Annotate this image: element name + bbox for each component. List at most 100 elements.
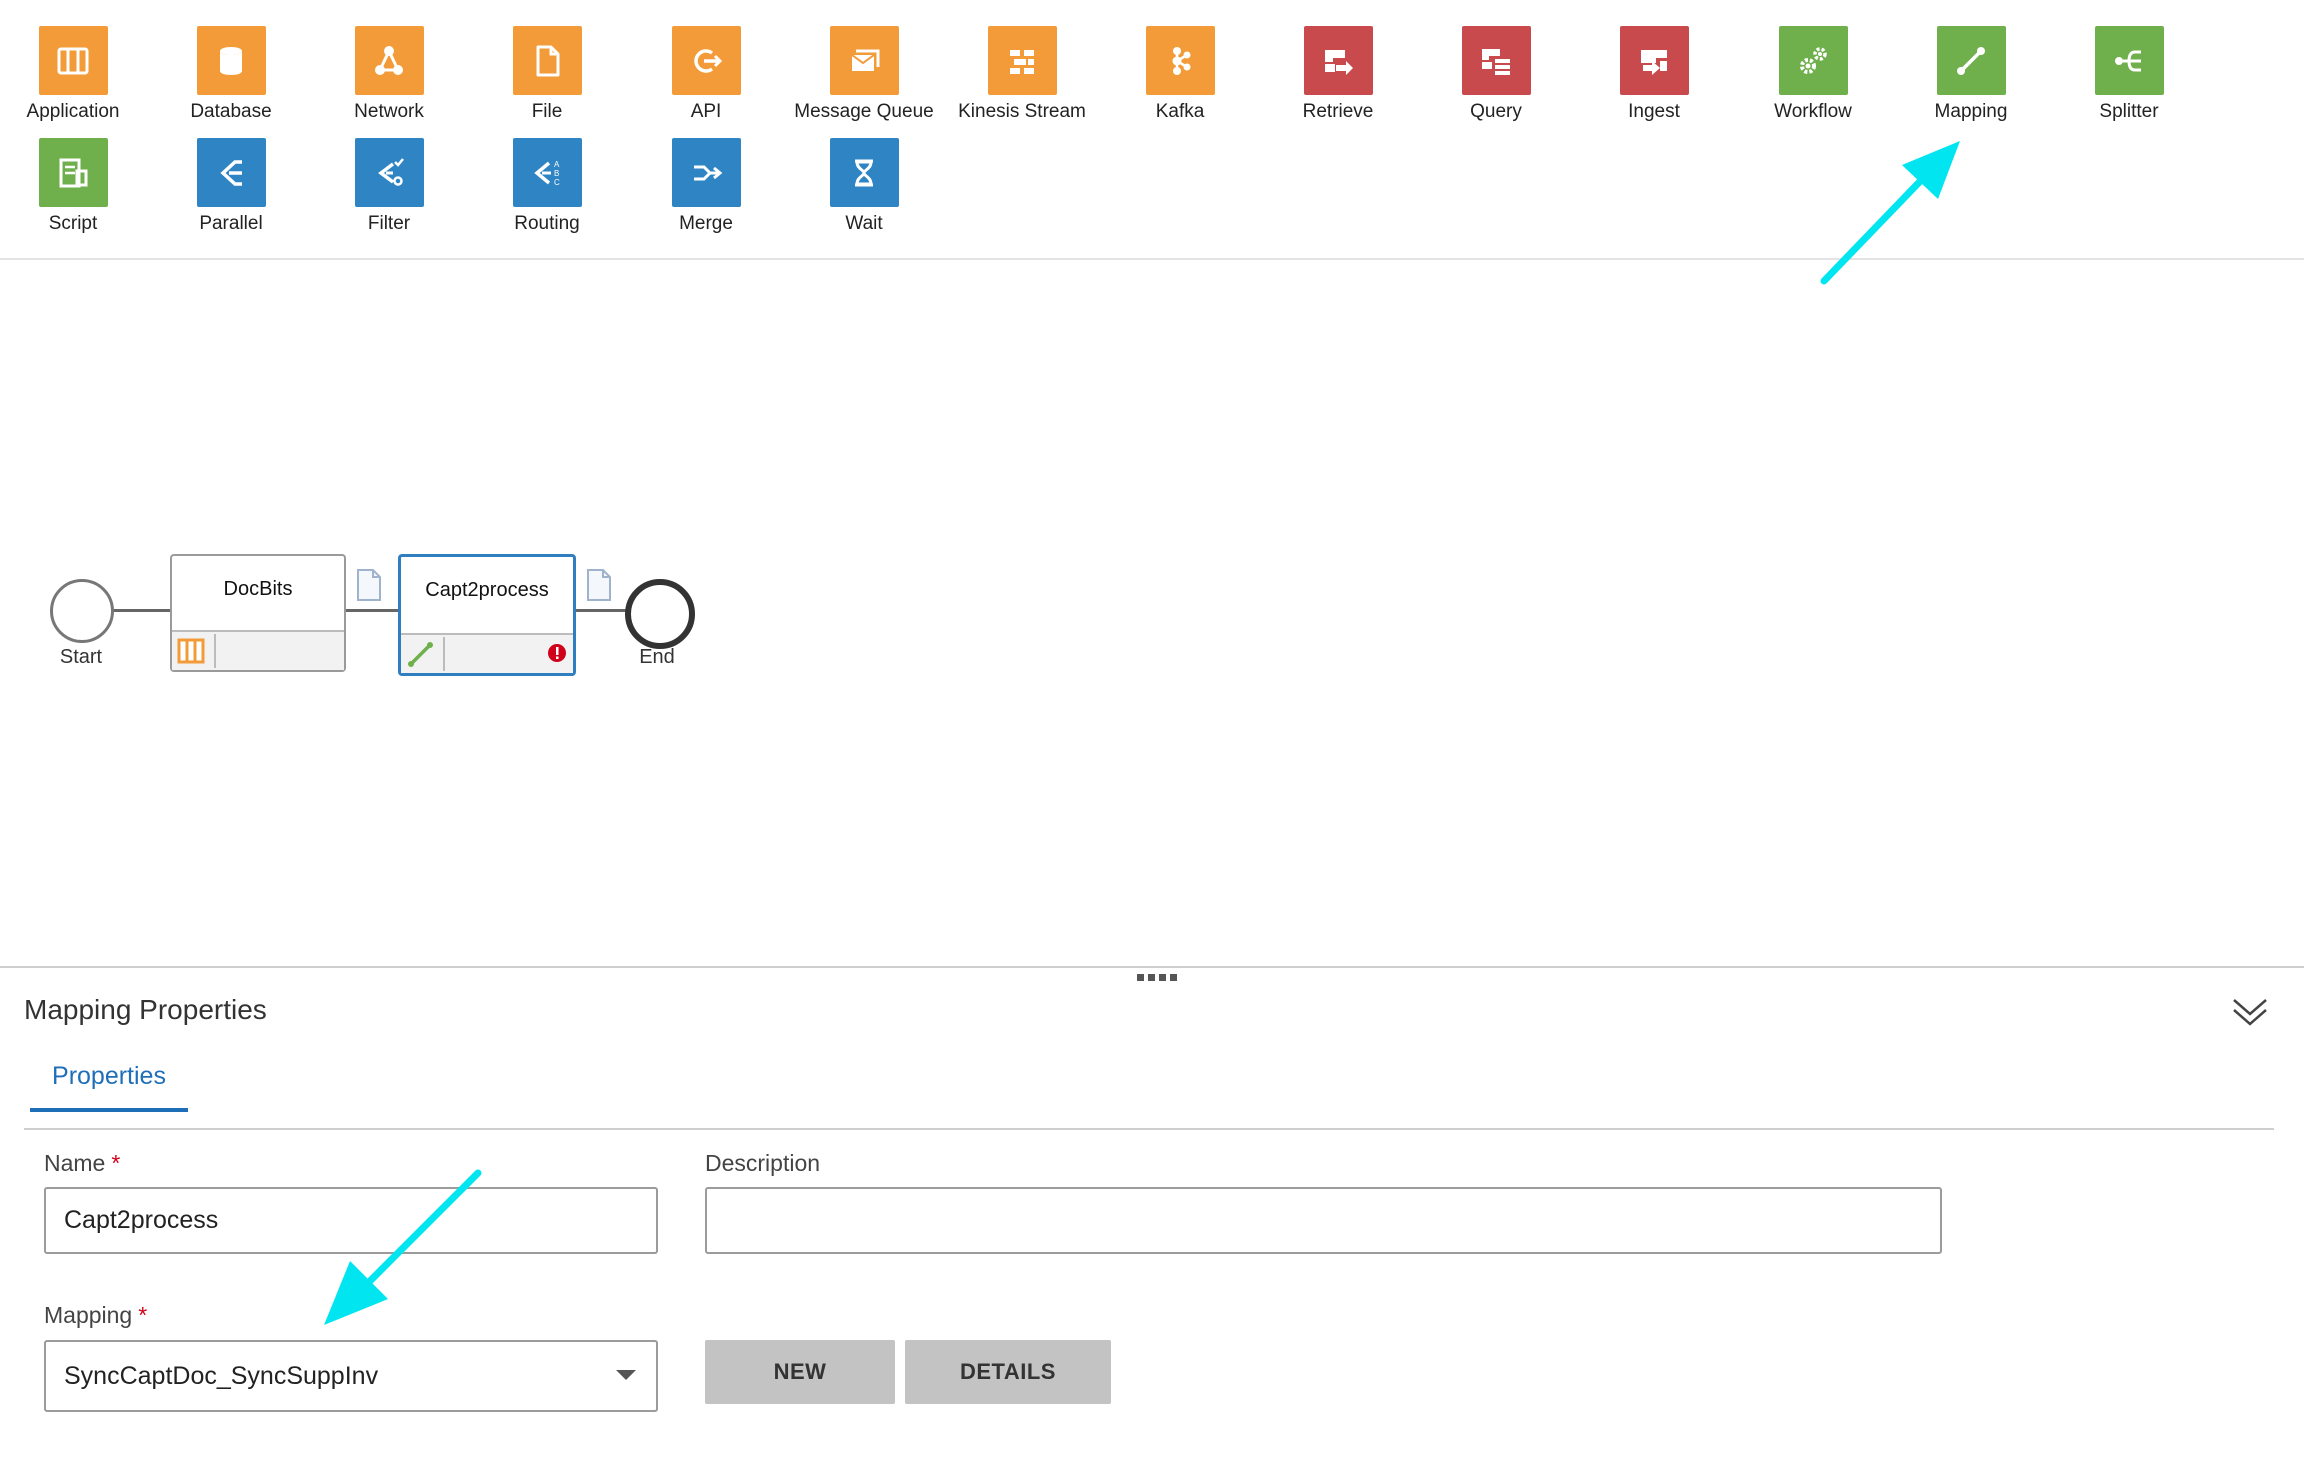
details-button[interactable]: DETAILS (905, 1340, 1111, 1404)
svg-text:B: B (554, 169, 559, 178)
palette-retrieve[interactable]: Retrieve (1259, 26, 1417, 123)
tab-properties[interactable]: Properties (30, 1058, 188, 1112)
error-icon[interactable] (547, 643, 567, 663)
palette-message-queue[interactable]: Message Queue (785, 26, 943, 123)
description-label: Description (705, 1150, 821, 1176)
collapse-chevron-icon[interactable] (2230, 992, 2270, 1032)
task-name: Capt2process (425, 579, 549, 601)
new-button[interactable]: NEW (705, 1340, 895, 1404)
palette-label: API (690, 101, 722, 122)
node-palette: Application Database Network File API Me… (0, 0, 2304, 260)
workflow-icon (1778, 26, 1848, 95)
palette-label: File (531, 101, 563, 122)
task-footer (401, 633, 573, 673)
document-icon (587, 569, 611, 601)
chevron-down-icon (616, 1370, 636, 1380)
palette-label: Retrieve (1302, 101, 1374, 122)
palette-label: Filter (367, 213, 411, 234)
panel-title: Mapping Properties (24, 994, 267, 1025)
palette-merge[interactable]: Merge (627, 138, 785, 235)
svg-text:C: C (554, 178, 560, 187)
mapping-select[interactable]: SyncCaptDoc_SyncSuppInv (44, 1340, 658, 1412)
connector-docbits-capt2process (344, 609, 400, 612)
application-icon (177, 638, 205, 664)
palette-label: Kinesis Stream (958, 101, 1086, 122)
name-field[interactable]: Capt2process (44, 1187, 658, 1254)
palette-parallel[interactable]: Parallel (152, 138, 310, 235)
palette-label: Wait (845, 213, 883, 234)
palette-kinesis-stream[interactable]: Kinesis Stream (943, 26, 1101, 123)
palette-routing[interactable]: ABC Routing (468, 138, 626, 235)
palette-label: Query (1470, 101, 1522, 122)
palette-label: Ingest (1628, 101, 1680, 122)
palette-label: Parallel (199, 213, 263, 234)
palette-wait[interactable]: Wait (785, 138, 943, 235)
palette-splitter[interactable]: Splitter (2050, 26, 2208, 123)
resize-handle[interactable] (1137, 974, 1177, 981)
kinesis-stream-icon (987, 26, 1057, 95)
name-value: Capt2process (64, 1206, 219, 1234)
palette-label: Application (26, 101, 120, 122)
palette-ingest[interactable]: Ingest (1575, 26, 1733, 123)
application-icon (38, 26, 108, 95)
palette-script[interactable]: Script (0, 138, 152, 235)
palette-workflow[interactable]: Workflow (1734, 26, 1892, 123)
palette-api[interactable]: API (627, 26, 785, 123)
palette-network[interactable]: Network (310, 26, 468, 123)
mapping-value: SyncCaptDoc_SyncSuppInv (64, 1361, 379, 1390)
task-docbits[interactable]: DocBits (170, 554, 346, 672)
message-queue-icon (829, 26, 899, 95)
file-icon (512, 26, 582, 95)
mapping-label: Mapping * (44, 1302, 148, 1328)
start-node[interactable] (50, 579, 114, 643)
retrieve-icon (1303, 26, 1373, 95)
parallel-icon (196, 138, 266, 207)
palette-kafka[interactable]: Kafka (1101, 26, 1259, 123)
palette-database[interactable]: Database (152, 26, 310, 123)
palette-label: Splitter (2099, 101, 2159, 122)
merge-icon (671, 138, 741, 207)
svg-text:A: A (554, 160, 560, 169)
database-icon (196, 26, 266, 95)
api-icon (671, 26, 741, 95)
mapping-icon (1936, 26, 2006, 95)
palette-application[interactable]: Application (0, 26, 152, 123)
palette-label: Merge (679, 213, 733, 234)
palette-label: Workflow (1774, 101, 1852, 122)
palette-query[interactable]: Query (1417, 26, 1575, 123)
required-mark: * (138, 1302, 148, 1328)
network-icon (354, 26, 424, 95)
palette-label: Network (354, 101, 424, 122)
script-icon (38, 138, 108, 207)
mapping-icon (408, 642, 433, 667)
ingest-icon (1619, 26, 1689, 95)
task-name: DocBits (223, 578, 293, 600)
end-label: End (639, 646, 675, 668)
tab-divider (24, 1128, 2274, 1130)
description-field[interactable] (705, 1187, 1942, 1254)
connector-start-docbits (112, 609, 172, 612)
end-node[interactable] (625, 579, 695, 649)
palette-label: Mapping (1934, 101, 2008, 122)
tab-label: Properties (52, 1062, 166, 1090)
palette-label: Message Queue (794, 101, 934, 122)
kafka-icon (1145, 26, 1215, 95)
palette-label: Database (190, 101, 272, 122)
document-icon (357, 569, 381, 601)
wait-icon (829, 138, 899, 207)
filter-icon (354, 138, 424, 207)
palette-label: Kafka (1155, 101, 1205, 122)
palette-mapping[interactable]: Mapping (1892, 26, 2050, 123)
splitter-icon (2094, 26, 2164, 95)
routing-icon: ABC (512, 138, 582, 207)
task-footer (172, 630, 344, 670)
name-label: Name * (44, 1150, 121, 1176)
palette-file[interactable]: File (468, 26, 626, 123)
connector-capt2process-end (574, 609, 628, 612)
flow-canvas: Start DocBits Capt2process End (0, 260, 2304, 965)
task-capt2process[interactable]: Capt2process (398, 554, 576, 676)
palette-label: Script (48, 213, 98, 234)
palette-filter[interactable]: Filter (310, 138, 468, 235)
start-label: Start (59, 646, 103, 668)
query-icon (1461, 26, 1531, 95)
